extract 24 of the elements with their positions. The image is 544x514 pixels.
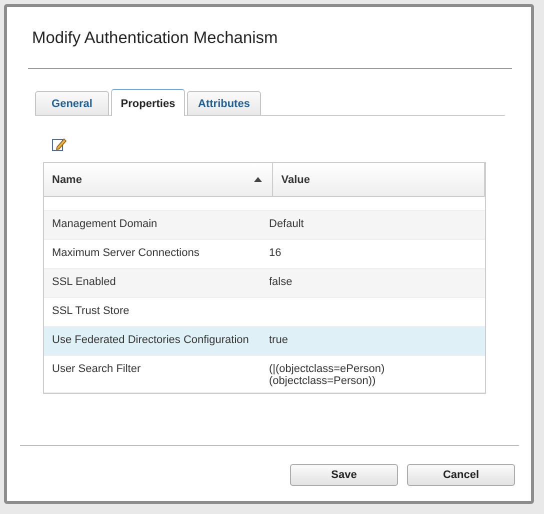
table-cell-text: false (268, 275, 294, 290)
table-row[interactable]: SSL Enabled false (44, 269, 485, 298)
table-row[interactable]: User Search Filter (|(objectclass=ePerson) (objectclass=Person)) (44, 356, 485, 393)
tab[interactable]: General (35, 91, 109, 115)
table-cell-text: true (268, 333, 289, 348)
tab[interactable]: Attributes (187, 91, 261, 115)
table-row[interactable]: Use Federated Directories Configuration true (44, 327, 485, 356)
save-button[interactable]: Save (290, 464, 398, 486)
tab[interactable]: Properties (111, 89, 185, 116)
dialog-button[interactable]: Cancel (407, 464, 515, 486)
table-cell-text: Use Federated Directories Configuration (51, 333, 250, 348)
column-header[interactable]: Value (273, 163, 485, 196)
table-cell-text: 16 (268, 246, 282, 261)
table-cell-text: Default (268, 217, 305, 232)
table-cell-text: User Search Filter (51, 362, 142, 377)
column-header[interactable]: Name (44, 163, 274, 196)
table-cell-text: SSL Enabled (51, 275, 117, 290)
dialog-title: Modify Authentication Mechanism (32, 29, 279, 48)
table-cell-text: (|(objectclass=ePerson) (objectclass=Person)) (268, 362, 386, 389)
table-row[interactable]: Management Domain Default (44, 211, 485, 240)
edit-icon[interactable] (51, 136, 67, 152)
table-cell-text: Management Domain (51, 217, 158, 232)
table-cell-text: SSL Trust Store (51, 304, 130, 319)
table-cell-text: Maximum Server Connections (51, 246, 200, 261)
